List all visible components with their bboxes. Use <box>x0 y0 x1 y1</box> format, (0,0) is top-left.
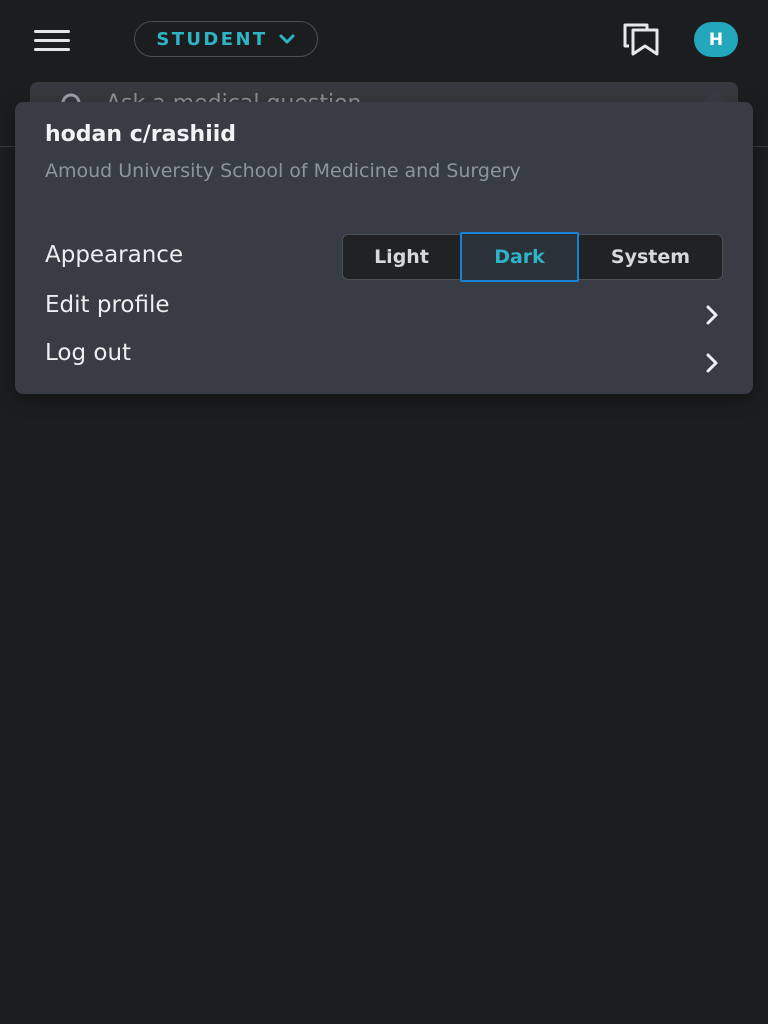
user-name: hodan c/rashiid <box>45 122 237 147</box>
avatar[interactable]: H <box>694 22 738 57</box>
role-selector[interactable]: STUDENT <box>134 21 318 57</box>
chevron-right-icon <box>706 353 718 373</box>
hamburger-menu-button[interactable] <box>30 26 74 54</box>
user-school: Amoud University School of Medicine and … <box>45 160 521 182</box>
log-out-item[interactable]: Log out <box>15 334 753 380</box>
appearance-system-option[interactable]: System <box>579 235 722 279</box>
appearance-toggle: Light Dark System <box>342 232 723 282</box>
appearance-light-option[interactable]: Light <box>343 235 460 279</box>
bookmarks-icon <box>623 23 659 56</box>
appearance-dark-option[interactable]: Dark <box>460 232 579 282</box>
chevron-down-icon <box>279 34 295 44</box>
edit-profile-label: Edit profile <box>45 292 170 318</box>
role-label: STUDENT <box>156 28 268 50</box>
appearance-label: Appearance <box>45 242 184 268</box>
profile-menu: hodan c/rashiid Amoud University School … <box>15 102 753 394</box>
bookmarks-button[interactable] <box>619 20 665 60</box>
app-screen: STUDENT H hodan c/rashiid Amoud Universi… <box>0 0 768 1024</box>
edit-profile-item[interactable]: Edit profile <box>15 286 753 332</box>
chevron-right-icon <box>706 305 718 325</box>
log-out-label: Log out <box>45 340 132 366</box>
